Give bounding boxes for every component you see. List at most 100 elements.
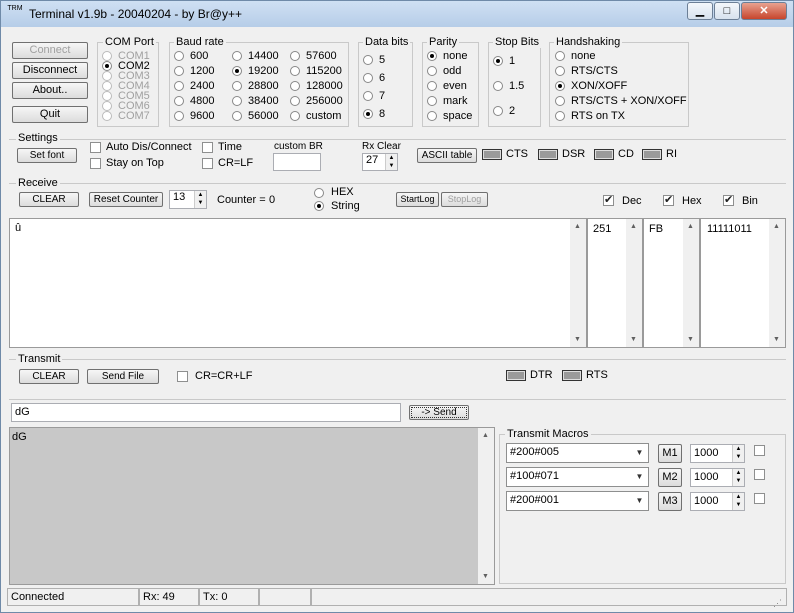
ascii-table-button[interactable]: ASCII table <box>417 148 477 163</box>
macro-interval-spinner-3[interactable]: ▲ ▼ <box>732 493 744 510</box>
stay-on-top-checkbox[interactable] <box>90 158 101 169</box>
send-file-button[interactable]: Send File <box>87 369 159 384</box>
baud-radio-1200[interactable] <box>174 66 184 76</box>
resize-grip-icon[interactable]: ⋰ <box>773 598 782 609</box>
macro-button-3[interactable]: M3 <box>658 492 682 511</box>
com-port-radio-com2[interactable] <box>102 61 112 71</box>
macro-button-1[interactable]: M1 <box>658 444 682 463</box>
dropdown-arrow-icon[interactable]: ▼ <box>632 493 647 509</box>
history-scrollbar[interactable]: ▲ ▼ <box>478 428 494 584</box>
baud-radio-115200[interactable] <box>290 66 300 76</box>
dropdown-arrow-icon[interactable]: ▼ <box>632 445 647 461</box>
data-bits-radio-8[interactable] <box>363 109 373 119</box>
data-bits-radio-6[interactable] <box>363 73 373 83</box>
about-button[interactable]: About.. <box>12 82 88 99</box>
parity-radio-odd[interactable] <box>427 66 437 76</box>
scroll-down-arrow-icon[interactable]: ▼ <box>630 336 637 343</box>
parity-radio-none[interactable] <box>427 51 437 61</box>
dec-checkbox[interactable] <box>603 193 614 206</box>
crlf-checkbox[interactable] <box>202 158 213 169</box>
scroll-down-arrow-icon[interactable]: ▼ <box>574 336 581 343</box>
macro-combo-3[interactable]: #200#001 ▼ <box>506 491 649 511</box>
macro-combo-1[interactable]: #200#005 ▼ <box>506 443 649 463</box>
auto-dis-connect-checkbox[interactable] <box>90 142 101 153</box>
scroll-down-arrow-icon[interactable]: ▼ <box>773 336 780 343</box>
hex-scrollbar[interactable]: ▲ ▼ <box>683 219 699 347</box>
parity-radio-space[interactable] <box>427 111 437 121</box>
macro-repeat-checkbox-1[interactable] <box>754 445 765 456</box>
close-button[interactable]: ✕ <box>741 2 787 20</box>
stop-log-button[interactable]: StopLog <box>441 192 488 207</box>
scroll-up-arrow-icon[interactable]: ▲ <box>687 223 694 230</box>
receive-dec-pane[interactable]: 251 ▲ ▼ <box>587 218 643 348</box>
baud-radio-19200[interactable] <box>232 66 242 76</box>
dec-scrollbar[interactable]: ▲ ▼ <box>626 219 642 347</box>
baud-radio-2400[interactable] <box>174 81 184 91</box>
counter-spinner[interactable]: ▲ ▼ <box>194 191 206 208</box>
macro-interval-spinner-1[interactable]: ▲ ▼ <box>732 445 744 462</box>
data-bits-radio-7[interactable] <box>363 91 373 101</box>
transmit-clear-button[interactable]: CLEAR <box>19 369 79 384</box>
bin-scrollbar[interactable]: ▲ ▼ <box>769 219 785 347</box>
handshaking-radio-xon-xoff[interactable] <box>555 81 565 91</box>
cr-crlf-checkbox[interactable] <box>177 371 188 382</box>
maximize-button[interactable]: □ <box>714 2 740 20</box>
send-button[interactable]: -> Send <box>409 405 469 420</box>
quit-button[interactable]: Quit <box>12 106 88 123</box>
handshaking-radio-rts-on-tx[interactable] <box>555 111 565 121</box>
baud-radio-4800[interactable] <box>174 96 184 106</box>
baud-radio-256000[interactable] <box>290 96 300 106</box>
stop-bits-radio-1[interactable] <box>493 56 503 66</box>
baud-radio-custom[interactable] <box>290 111 300 121</box>
transmit-history-pane[interactable]: dG ▲ ▼ <box>9 427 495 585</box>
parity-radio-mark[interactable] <box>427 96 437 106</box>
data-bits-radio-5[interactable] <box>363 55 373 65</box>
minimize-button[interactable]: ▁ <box>687 2 713 20</box>
start-log-button[interactable]: StartLog <box>396 192 439 207</box>
bin-checkbox[interactable] <box>723 193 734 206</box>
macro-repeat-checkbox-3[interactable] <box>754 493 765 504</box>
set-font-button[interactable]: Set font <box>17 148 77 163</box>
hex-mode-radio[interactable] <box>314 188 324 198</box>
receive-clear-button[interactable]: CLEAR <box>19 192 79 207</box>
baud-radio-14400[interactable] <box>232 51 242 61</box>
baud-radio-56000[interactable] <box>232 111 242 121</box>
custom-br-input[interactable] <box>273 153 321 171</box>
com-port-radio-com1[interactable] <box>102 51 112 61</box>
reset-counter-button[interactable]: Reset Counter <box>89 192 163 207</box>
baud-radio-38400[interactable] <box>232 96 242 106</box>
scroll-down-arrow-icon[interactable]: ▼ <box>687 336 694 343</box>
com-port-radio-com6[interactable] <box>102 101 112 111</box>
com-port-radio-com3[interactable] <box>102 71 112 81</box>
scroll-up-arrow-icon[interactable]: ▲ <box>482 432 489 439</box>
scroll-up-arrow-icon[interactable]: ▲ <box>773 223 780 230</box>
handshaking-radio-rts-cts[interactable] <box>555 66 565 76</box>
baud-radio-128000[interactable] <box>290 81 300 91</box>
dropdown-arrow-icon[interactable]: ▼ <box>632 469 647 485</box>
scroll-up-arrow-icon[interactable]: ▲ <box>630 223 637 230</box>
com-port-radio-com5[interactable] <box>102 91 112 101</box>
connect-button[interactable]: Connect <box>12 42 88 59</box>
baud-radio-9600[interactable] <box>174 111 184 121</box>
stop-bits-radio-1-5[interactable] <box>493 81 503 91</box>
parity-radio-even[interactable] <box>427 81 437 91</box>
transmit-input[interactable]: dG <box>11 403 401 422</box>
handshaking-radio-none[interactable] <box>555 51 565 61</box>
receive-bin-pane[interactable]: 11111011 ▲ ▼ <box>700 218 786 348</box>
stop-bits-radio-2[interactable] <box>493 106 503 116</box>
disconnect-button[interactable]: Disconnect <box>12 62 88 79</box>
receive-text-pane[interactable]: û ▲ ▼ <box>9 218 587 348</box>
time-checkbox[interactable] <box>202 142 213 153</box>
macro-repeat-checkbox-2[interactable] <box>754 469 765 480</box>
string-mode-radio[interactable] <box>314 201 324 211</box>
baud-radio-57600[interactable] <box>290 51 300 61</box>
hex-checkbox[interactable] <box>663 193 674 206</box>
handshaking-radio-rts-cts-xon-xoff[interactable] <box>555 96 565 106</box>
baud-radio-600[interactable] <box>174 51 184 61</box>
scroll-up-arrow-icon[interactable]: ▲ <box>574 223 581 230</box>
receive-text-scrollbar[interactable]: ▲ ▼ <box>570 219 586 347</box>
baud-radio-28800[interactable] <box>232 81 242 91</box>
com-port-radio-com7[interactable] <box>102 111 112 121</box>
com-port-radio-com4[interactable] <box>102 81 112 91</box>
receive-hex-pane[interactable]: FB ▲ ▼ <box>643 218 700 348</box>
